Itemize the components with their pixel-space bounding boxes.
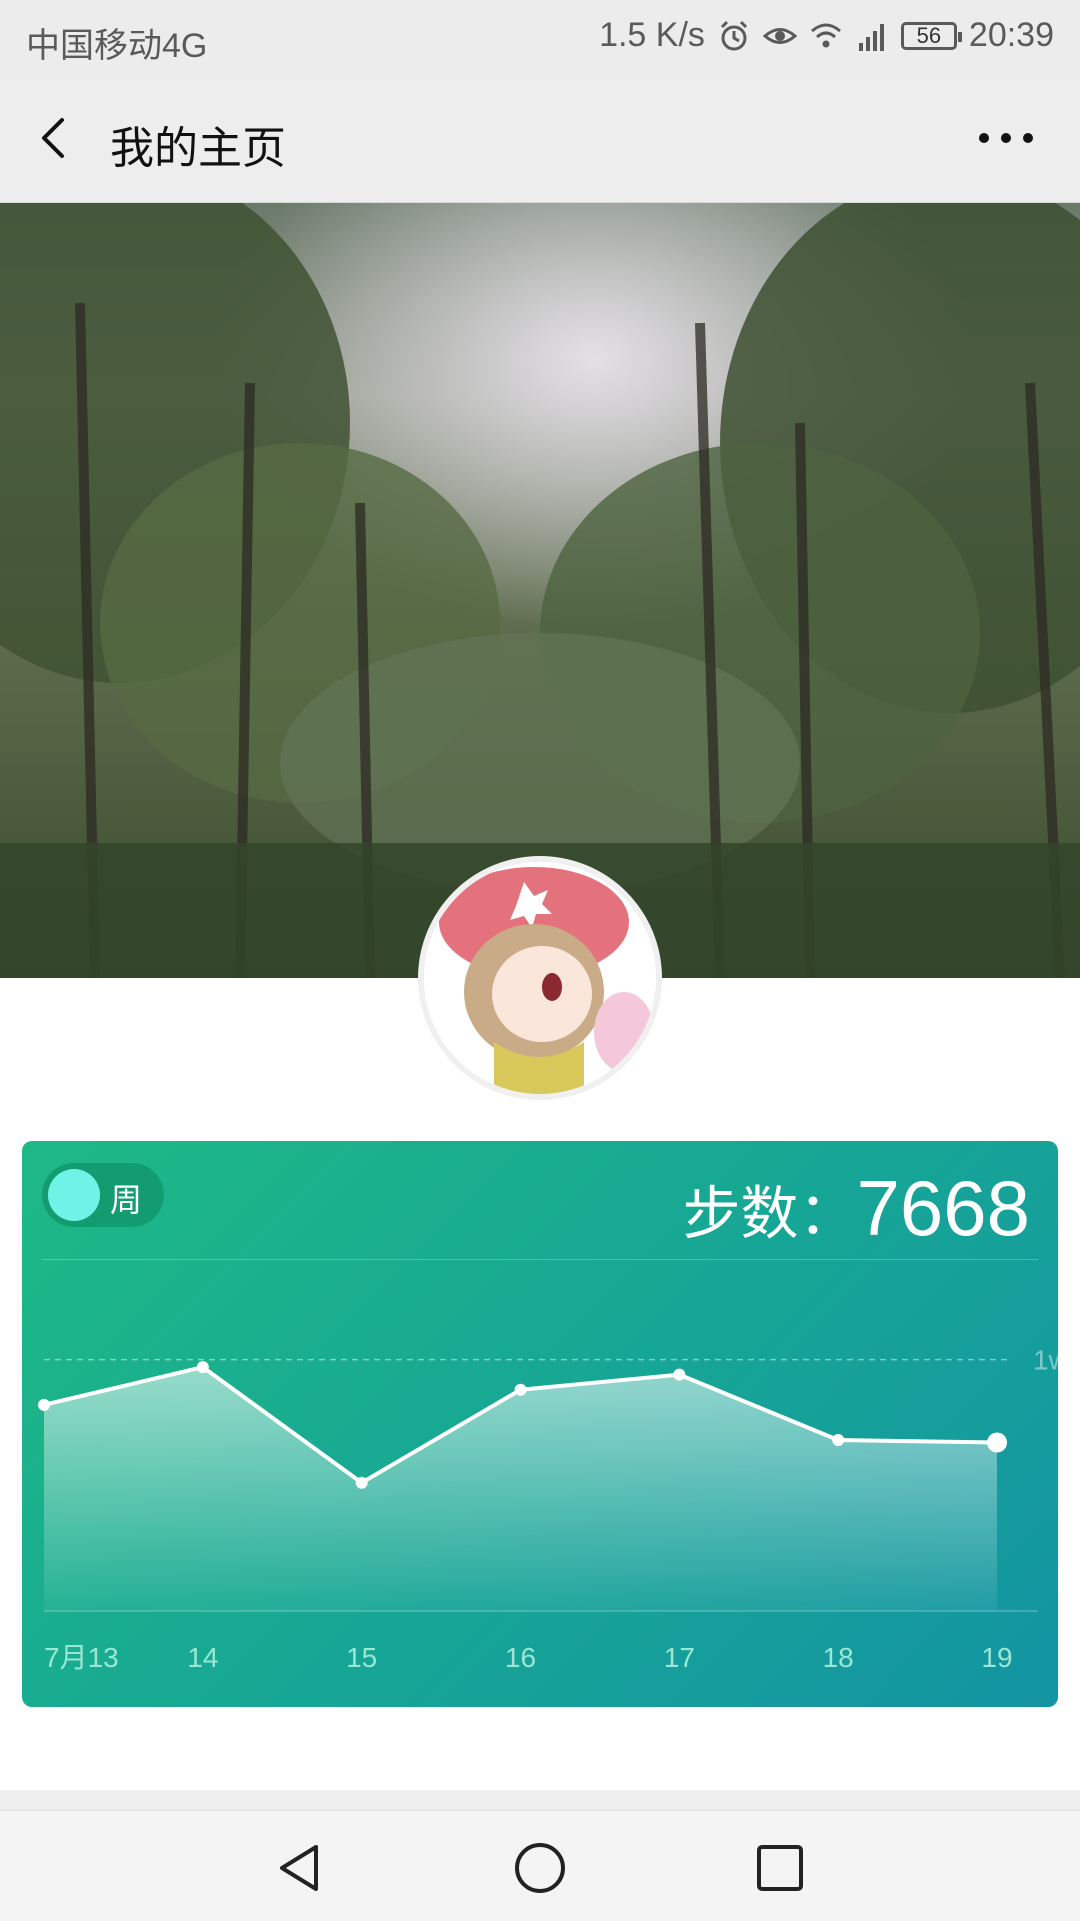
status-bar: 中国移动4G 1.5 K/s 56 20:39 <box>0 0 1080 76</box>
x-tick-label: 14 <box>187 1642 218 1673</box>
battery-icon: 56 <box>900 21 962 50</box>
x-tick-label: 18 <box>823 1642 854 1673</box>
steps-card: 周 步数：7668 1w7月13141516171819 <box>22 1141 1058 1707</box>
eye-icon <box>762 27 797 44</box>
x-tick-label: 7月13 <box>44 1642 119 1673</box>
x-tick-label: 15 <box>346 1642 377 1673</box>
data-point <box>832 1434 845 1447</box>
data-point <box>196 1361 209 1374</box>
chart-area <box>44 1367 997 1611</box>
x-tick-label: 16 <box>505 1642 536 1673</box>
signal-icon <box>858 23 884 51</box>
data-point <box>38 1398 50 1411</box>
section-divider <box>0 1790 1080 1810</box>
more-icon[interactable] <box>976 126 1036 150</box>
x-tick-label: 17 <box>664 1642 695 1673</box>
data-point <box>514 1383 527 1396</box>
steps-chart: 1w 7月13 14 15 16 17 18 19 <box>38 1345 1058 1673</box>
network-speed: 1.5 K/s <box>599 16 705 54</box>
recents-square-icon[interactable] <box>753 1841 807 1895</box>
back-triangle-icon[interactable] <box>272 1841 326 1895</box>
avatar-illustration <box>424 862 656 1094</box>
data-point <box>673 1368 686 1381</box>
back-icon[interactable] <box>30 108 80 168</box>
carrier-label: 中国移动4G <box>26 27 208 65</box>
wifi-icon <box>810 23 841 47</box>
alarm-icon <box>720 20 747 50</box>
status-icons: 1.5 K/s 56 20:39 <box>599 16 1054 55</box>
navigation-bar: 我的主页 <box>0 76 1080 203</box>
avatar[interactable] <box>424 862 656 1094</box>
x-tick-label: 19 <box>981 1642 1012 1673</box>
system-navigation-bar <box>0 1810 1080 1921</box>
home-circle-icon[interactable] <box>513 1841 567 1895</box>
page-title: 我的主页 <box>110 124 286 173</box>
data-point <box>355 1476 368 1489</box>
data-point <box>987 1432 1007 1453</box>
clock: 20:39 <box>968 16 1054 54</box>
reference-label: 1w <box>1033 1345 1058 1376</box>
